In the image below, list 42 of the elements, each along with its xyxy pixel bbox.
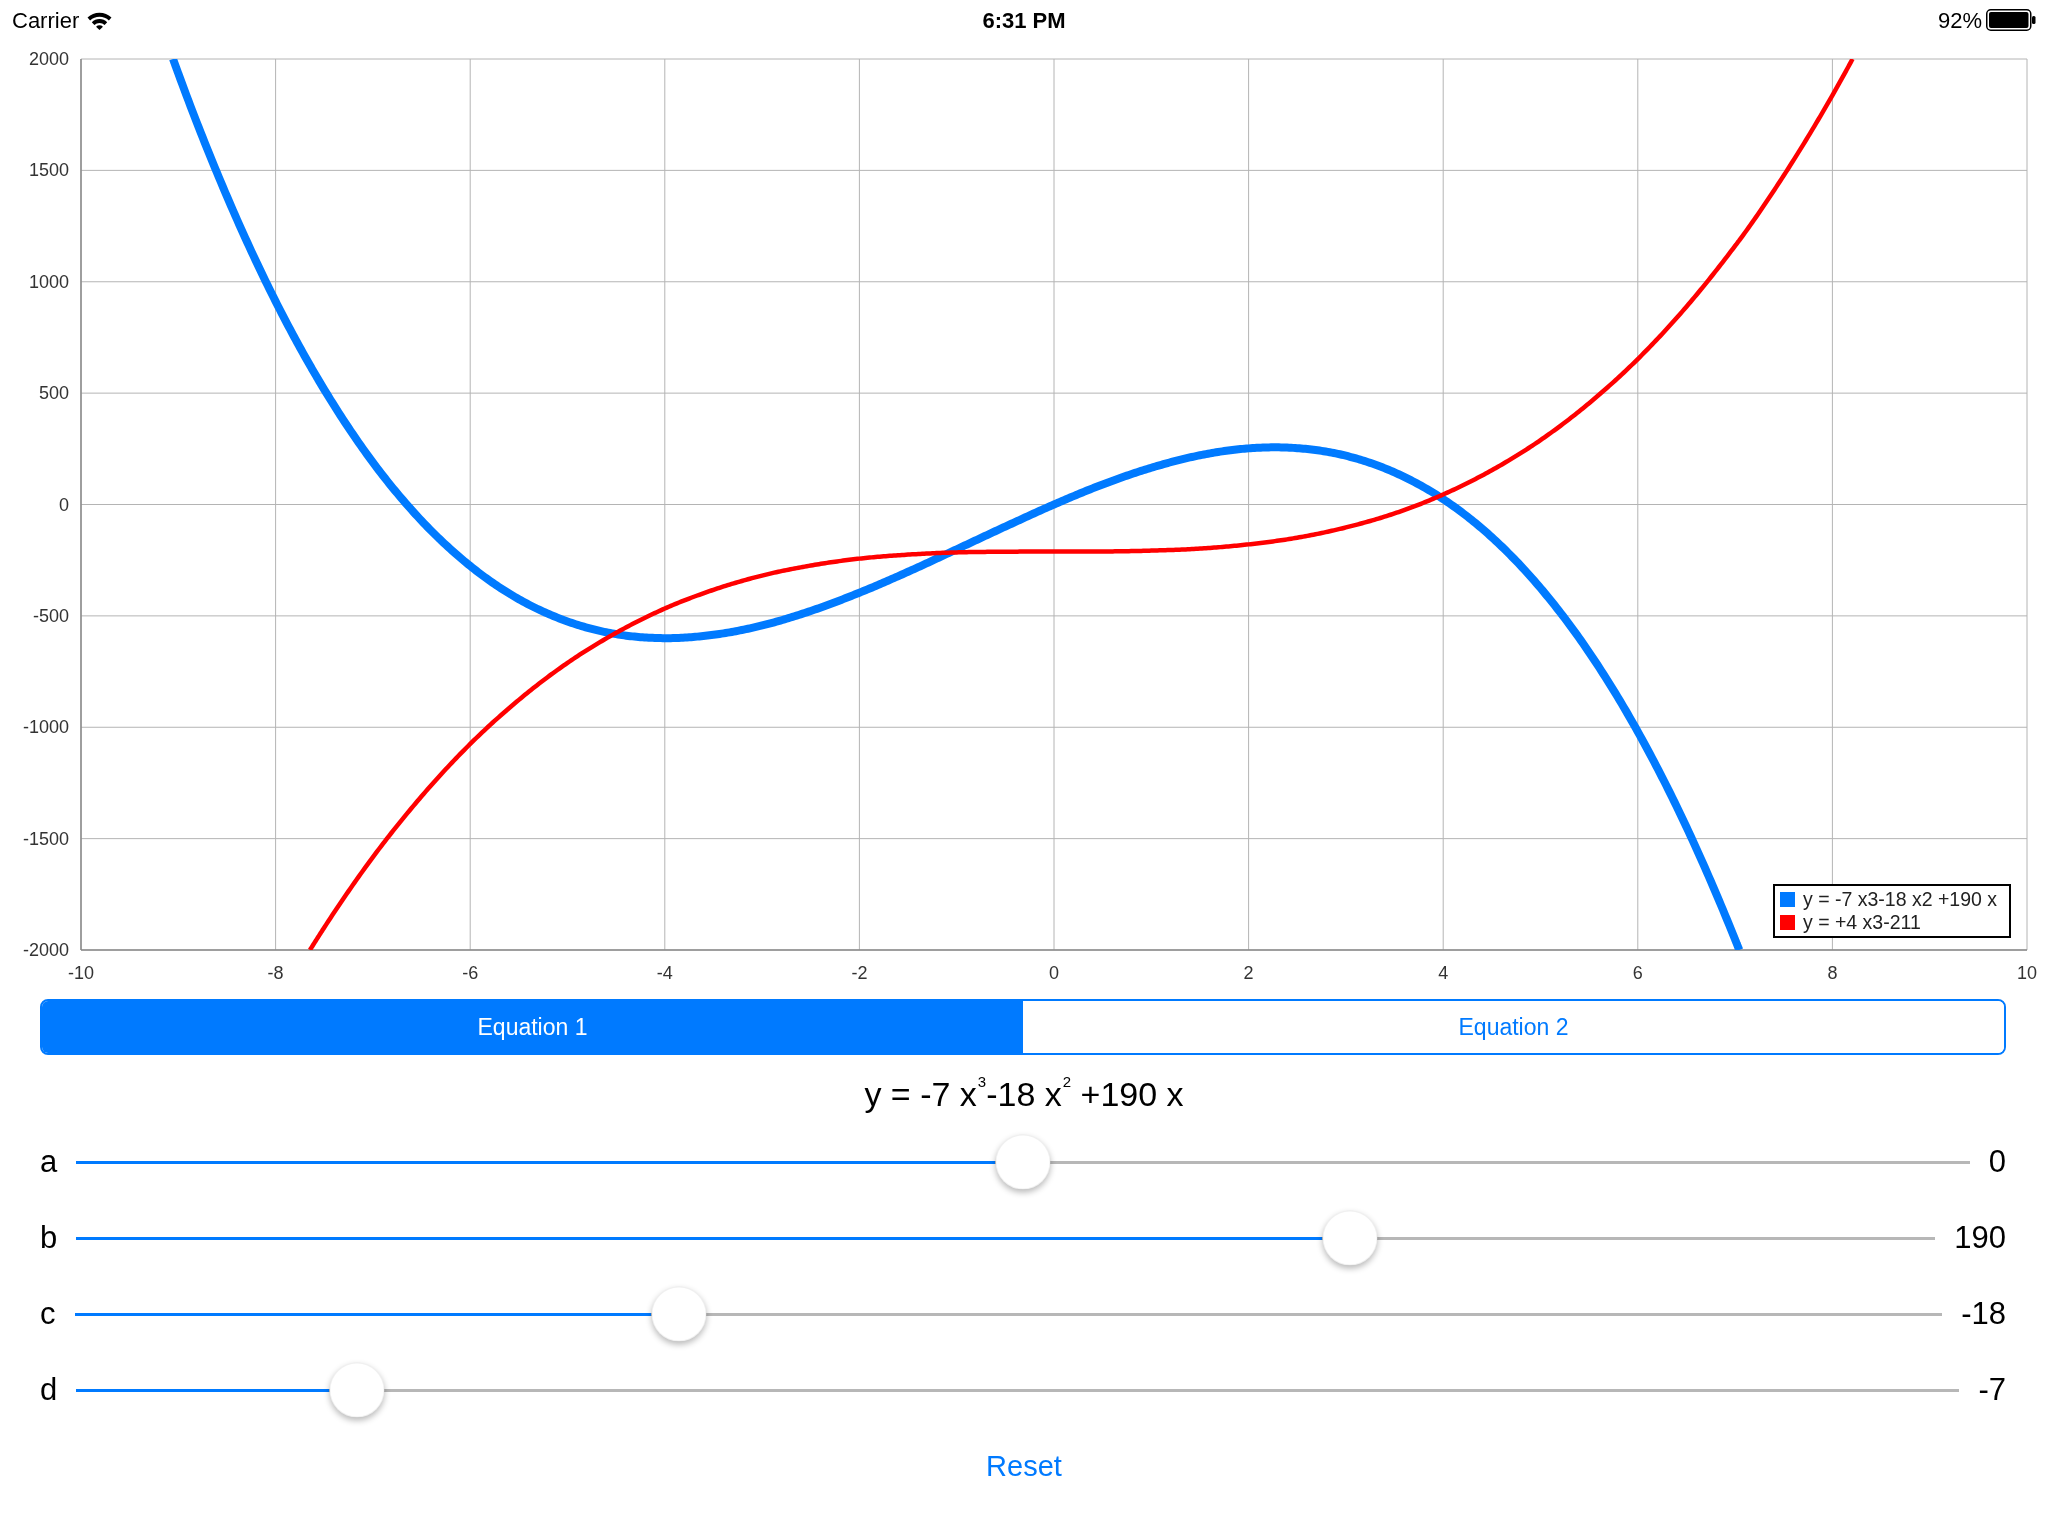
y-axis-tick-label: 1000 bbox=[28, 271, 69, 292]
y-axis-tick-label: -1500 bbox=[22, 828, 69, 849]
x-axis-tick-label: -2 bbox=[851, 963, 868, 983]
slider-value: -7 bbox=[1978, 1371, 2006, 1409]
slider-thumb[interactable] bbox=[329, 1362, 385, 1418]
slider-value: -18 bbox=[1961, 1295, 2006, 1333]
x-axis-tick-label: 4 bbox=[1438, 963, 1449, 983]
y-axis-tick-label: -1000 bbox=[22, 717, 69, 738]
x-axis-tick-label: 10 bbox=[2017, 963, 2037, 983]
equation-tab[interactable]: Equation 1 bbox=[42, 1001, 1023, 1053]
x-axis-tick-label: 6 bbox=[1632, 963, 1643, 983]
x-axis-tick-label: 0 bbox=[1049, 963, 1059, 983]
reset-button[interactable]: Reset bbox=[980, 1446, 1068, 1486]
x-axis-tick-label: -6 bbox=[462, 963, 479, 983]
x-axis-tick-label: 8 bbox=[1827, 963, 1838, 983]
slider-label: c bbox=[40, 1295, 56, 1333]
y-axis-tick-label: -2000 bbox=[22, 940, 69, 960]
x-axis-tick-label: -4 bbox=[656, 963, 673, 983]
slider-thumb[interactable] bbox=[651, 1286, 707, 1342]
equation-text: y = -7 x$^{3}$-18 x$^{2}$ +190 x bbox=[864, 1072, 1184, 1115]
slider-thumb[interactable] bbox=[1322, 1210, 1378, 1266]
battery-icon bbox=[1986, 9, 2036, 31]
slider-label: b bbox=[40, 1219, 58, 1257]
wifi-icon bbox=[87, 10, 113, 30]
x-axis-tick-label: -10 bbox=[68, 963, 94, 983]
legend-label: y = -7 x3-18 x2 +190 x bbox=[1802, 888, 1997, 911]
slider-label: d bbox=[40, 1371, 58, 1409]
slider-value: 190 bbox=[1954, 1219, 2006, 1257]
status-time: 6:31 PM bbox=[982, 6, 1066, 35]
x-axis-tick-label: 2 bbox=[1243, 963, 1254, 983]
legend-label: y = +4 x3-211 bbox=[1802, 911, 1921, 934]
y-axis-tick-label: 0 bbox=[59, 494, 69, 515]
x-axis-tick-label: -8 bbox=[267, 963, 284, 983]
slider-value: 0 bbox=[1988, 1143, 2006, 1181]
battery-percent: 92% bbox=[1937, 6, 1982, 35]
slider-label: a bbox=[40, 1143, 58, 1181]
y-axis-tick-label: -500 bbox=[32, 605, 69, 626]
carrier-name: Carrier bbox=[12, 6, 80, 35]
slider-thumb[interactable] bbox=[995, 1134, 1051, 1190]
y-axis-tick-label: 1500 bbox=[28, 160, 69, 181]
y-axis-tick-label: 2000 bbox=[28, 49, 69, 69]
y-axis-tick-label: 500 bbox=[38, 383, 69, 404]
